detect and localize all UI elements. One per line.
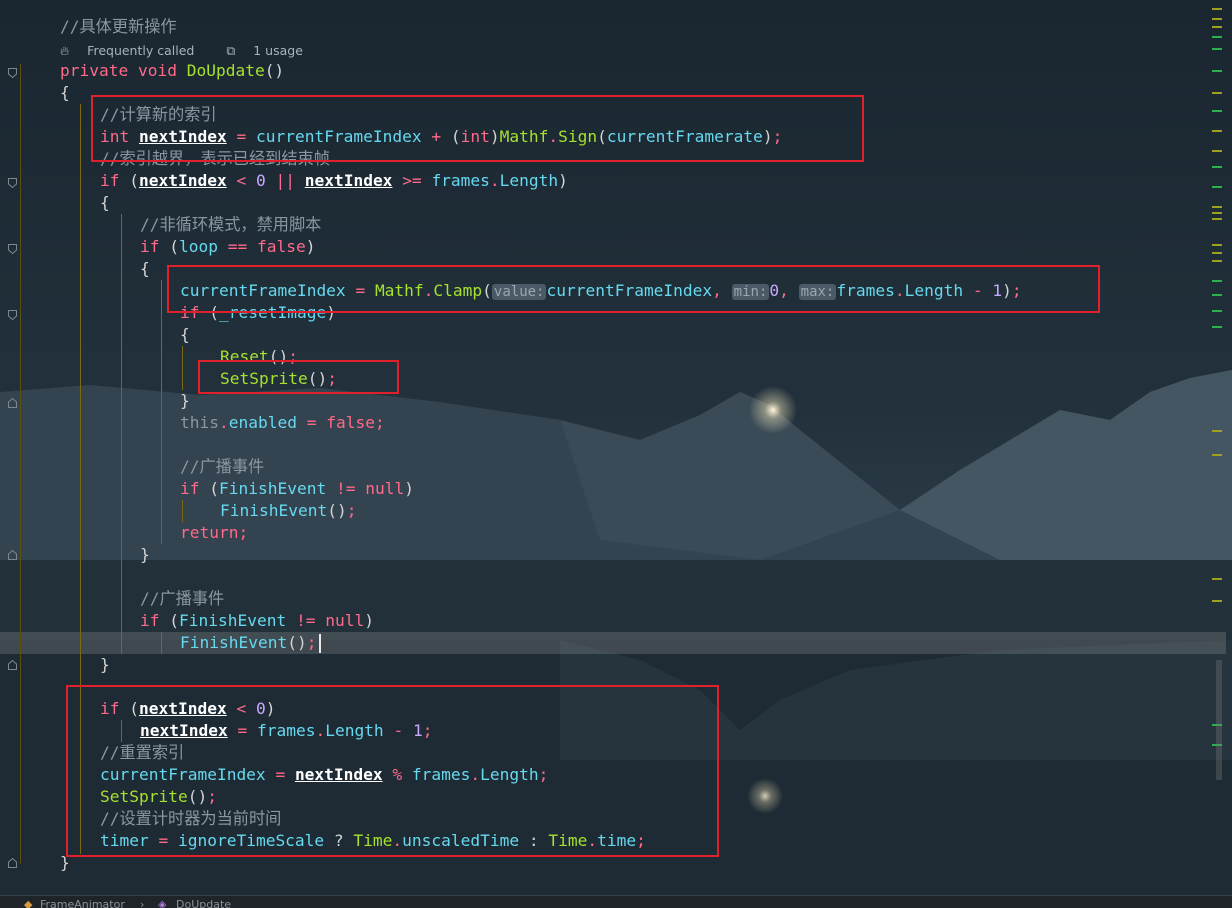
comment: //广播事件 [180,457,265,476]
code-line: //非循环模式，禁用脚本 [140,214,321,236]
code-line: } [100,655,110,674]
frequently-called-label: Frequently called [87,43,195,58]
code-line: //广播事件 [180,456,264,478]
annotation-box-calc-index [91,95,864,162]
annotation-box-setsprite [198,360,399,394]
frequently-called-hint[interactable]: 🔥︎ Frequently called [60,43,208,58]
comment: //具体更新操作 [60,17,177,36]
breadcrumb: ◆ FrameAnimator › ◈ DoUpdate [0,895,1232,908]
code-line: this.enabled = false; [180,413,385,432]
code-line: //具体更新操作 [60,16,177,38]
code-line: //广播事件 [140,588,224,610]
external-link-icon: ⧉ [226,43,236,58]
text-caret [319,634,321,653]
flame-icon: 🔥︎ [60,43,70,58]
code-line: if (FinishEvent != null) [180,479,414,498]
scrollbar-thumb[interactable] [1216,660,1222,780]
comment: //广播事件 [140,589,225,608]
code-line: private void DoUpdate() [60,61,285,80]
annotation-box-reset-index [66,685,719,857]
method-name: DoUpdate [186,61,265,80]
comment: //非循环模式，禁用脚本 [140,215,322,234]
error-stripe[interactable] [1208,0,1232,895]
code-line: return; [180,523,249,542]
codevision-hints: 🔥︎ Frequently called ⧉ 1 usage [60,41,331,61]
code-line: { [180,325,190,344]
code-line: { [60,83,70,102]
code-line: } [140,545,150,564]
usage-label: 1 usage [253,43,303,58]
usage-hint[interactable]: ⧉ 1 usage [226,43,317,58]
code-line: { [100,193,110,212]
code-line: if (loop == false) [140,237,316,256]
code-line: FinishEvent(); [180,633,317,652]
code-line: if (FinishEvent != null) [140,611,374,630]
code-line: } [180,391,190,410]
code-line: if (nextIndex < 0 || nextIndex >= frames… [100,171,568,190]
code-line: { [140,259,150,278]
annotation-box-clamp [167,265,1100,313]
code-line: FinishEvent(); [220,501,357,520]
